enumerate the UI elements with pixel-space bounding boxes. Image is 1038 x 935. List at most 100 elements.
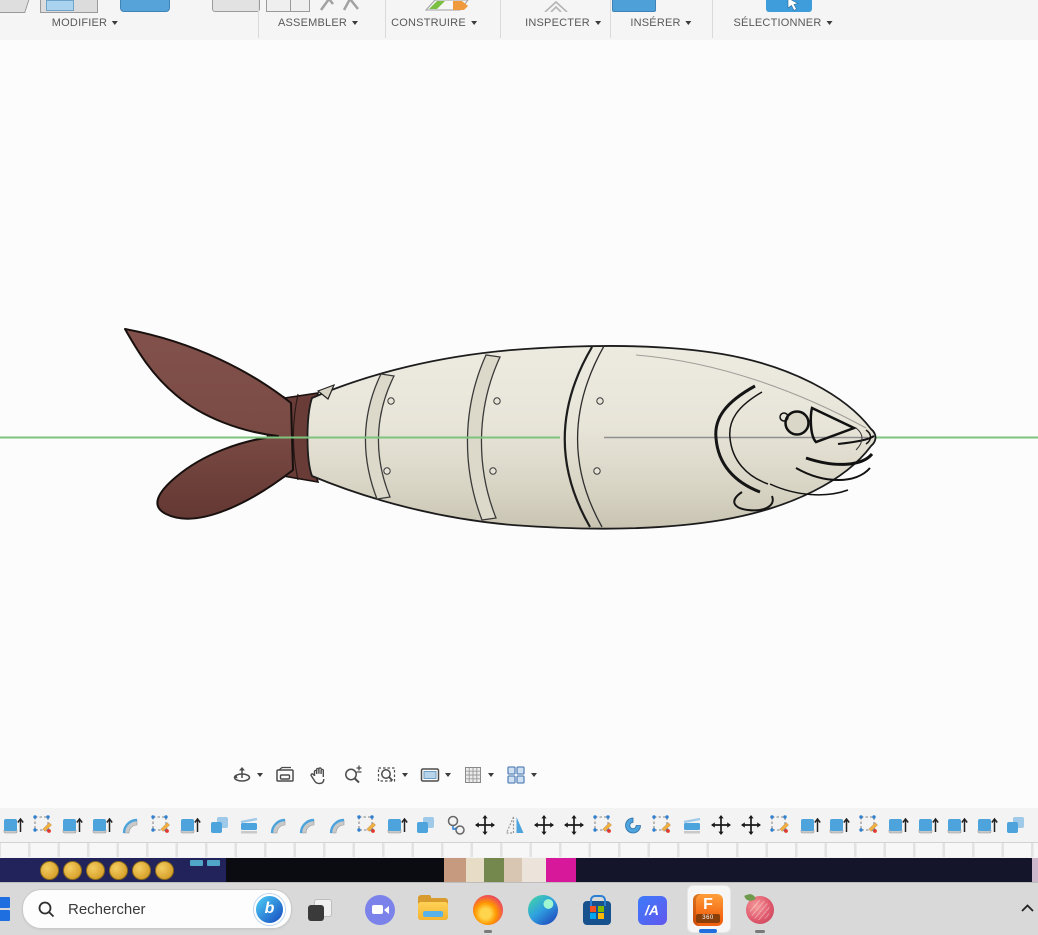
- ui-chip-graphic: [207, 860, 220, 866]
- task-view-icon[interactable]: [300, 890, 340, 930]
- extrude-feature[interactable]: [91, 813, 113, 837]
- running-indicator: [755, 930, 765, 933]
- mirror-feature[interactable]: [504, 813, 526, 837]
- fillet-feature[interactable]: [268, 813, 290, 837]
- window-sliver-segment: [484, 858, 504, 882]
- display-settings-button[interactable]: [416, 762, 453, 788]
- chevron-down-icon: [686, 21, 692, 25]
- joint-icon[interactable]: [318, 0, 362, 16]
- measure-icon[interactable]: [543, 0, 569, 17]
- toolbar-separator: [258, 0, 259, 38]
- pan-button[interactable]: [305, 762, 333, 788]
- raspberry-app-icon[interactable]: [740, 890, 780, 930]
- 3d-viewport[interactable]: [0, 40, 1038, 808]
- extrude-feature[interactable]: [917, 813, 939, 837]
- window-zoom-button[interactable]: [373, 762, 410, 788]
- taskbar-search[interactable]: Rechercher b: [22, 889, 292, 929]
- combine-feature[interactable]: [209, 813, 231, 837]
- look-at-button[interactable]: [271, 762, 299, 788]
- sketch-feature[interactable]: [769, 813, 791, 837]
- sketch-feature[interactable]: [150, 813, 172, 837]
- extrude-feature[interactable]: [828, 813, 850, 837]
- windows-start-icon[interactable]: [0, 897, 12, 923]
- move-feature[interactable]: [710, 813, 732, 837]
- extrude-feature[interactable]: [946, 813, 968, 837]
- zoom-button[interactable]: [339, 762, 367, 788]
- menu-selectionner[interactable]: SÉLECTIONNER: [734, 17, 833, 29]
- orbit-button[interactable]: [228, 762, 265, 788]
- chevron-down-icon: [595, 21, 601, 25]
- extrude-feature[interactable]: [2, 813, 24, 837]
- chevron-down-icon: [257, 773, 263, 777]
- toolbar-separator: [712, 0, 713, 38]
- press-pull-icon[interactable]: [0, 0, 31, 13]
- menu-inspecter[interactable]: INSPECTER: [525, 17, 601, 29]
- extrude-feature[interactable]: [799, 813, 821, 837]
- coin-graphic: [63, 861, 82, 880]
- extrude-feature[interactable]: [386, 813, 408, 837]
- chevron-down-icon: [352, 21, 358, 25]
- extrude-feature[interactable]: [976, 813, 998, 837]
- coin-graphic: [86, 861, 105, 880]
- file-explorer-icon[interactable]: [413, 890, 453, 930]
- sketch-feature[interactable]: [592, 813, 614, 837]
- timeline-ruler[interactable]: [0, 842, 1038, 857]
- move-feature[interactable]: [740, 813, 762, 837]
- fusion-360-icon[interactable]: F 360: [688, 890, 728, 930]
- windows-taskbar: Rechercher b /A F 360: [0, 882, 1038, 935]
- sketch-feature[interactable]: [356, 813, 378, 837]
- new-component-icon[interactable]: [266, 0, 310, 12]
- grid-settings-button[interactable]: [459, 762, 496, 788]
- timeline-features: [2, 813, 1027, 837]
- extrude-feature[interactable]: [179, 813, 201, 837]
- bing-icon[interactable]: b: [254, 894, 285, 925]
- sketch-feature[interactable]: [651, 813, 673, 837]
- sketch-feature[interactable]: [32, 813, 54, 837]
- running-indicator: [484, 930, 492, 933]
- fillet-feature[interactable]: [297, 813, 319, 837]
- toolbar-separator: [385, 0, 386, 38]
- split-feature[interactable]: [681, 813, 703, 837]
- extrude-feature[interactable]: [887, 813, 909, 837]
- chamfer-icon[interactable]: [120, 0, 170, 12]
- window-sliver-segment: [188, 858, 226, 882]
- extrude-feature[interactable]: [61, 813, 83, 837]
- insert-icon[interactable]: [612, 0, 656, 12]
- menu-construire[interactable]: CONSTRUIRE: [391, 17, 477, 29]
- fusion-360-app-window: MODIFIER ASSEMBLER CONSTRUIRE INSPECTER …: [0, 0, 1038, 935]
- viewports-button[interactable]: [502, 762, 539, 788]
- combine-feature[interactable]: [415, 813, 437, 837]
- construction-plane-icon[interactable]: [424, 0, 470, 16]
- chevron-down-icon: [471, 21, 477, 25]
- copy-feature[interactable]: [445, 813, 467, 837]
- select-cursor-icon[interactable]: [766, 0, 812, 12]
- offset-face-icon[interactable]: [212, 0, 260, 12]
- edge-icon[interactable]: [523, 890, 563, 930]
- move-feature[interactable]: [563, 813, 585, 837]
- fillet-feature[interactable]: [327, 813, 349, 837]
- chevron-down-icon: [826, 21, 832, 25]
- firefox-icon[interactable]: [468, 890, 508, 930]
- fish-model[interactable]: [0, 40, 1038, 808]
- view-navigation-bar: [228, 762, 539, 788]
- a-launcher-icon[interactable]: /A: [632, 890, 672, 930]
- chevron-up-icon[interactable]: [1016, 896, 1038, 920]
- fillet-icon[interactable]: [40, 0, 98, 13]
- move-feature[interactable]: [533, 813, 555, 837]
- fillet-feature[interactable]: [120, 813, 142, 837]
- microsoft-store-icon[interactable]: [577, 890, 617, 930]
- move-feature[interactable]: [474, 813, 496, 837]
- coin-graphic: [132, 861, 151, 880]
- background-window-sliver: [0, 858, 1038, 882]
- toolbar-separator: [500, 0, 501, 38]
- menu-inserer[interactable]: INSÉRER: [630, 17, 691, 29]
- sketch-feature[interactable]: [858, 813, 880, 837]
- coin-graphic: [109, 861, 128, 880]
- menu-assembler[interactable]: ASSEMBLER: [278, 17, 358, 29]
- menu-modifier[interactable]: MODIFIER: [52, 17, 118, 29]
- chevron-down-icon: [488, 773, 494, 777]
- combine-feature[interactable]: [1005, 813, 1027, 837]
- revolve-feature[interactable]: [622, 813, 644, 837]
- chat-icon[interactable]: [360, 890, 400, 930]
- split-feature[interactable]: [238, 813, 260, 837]
